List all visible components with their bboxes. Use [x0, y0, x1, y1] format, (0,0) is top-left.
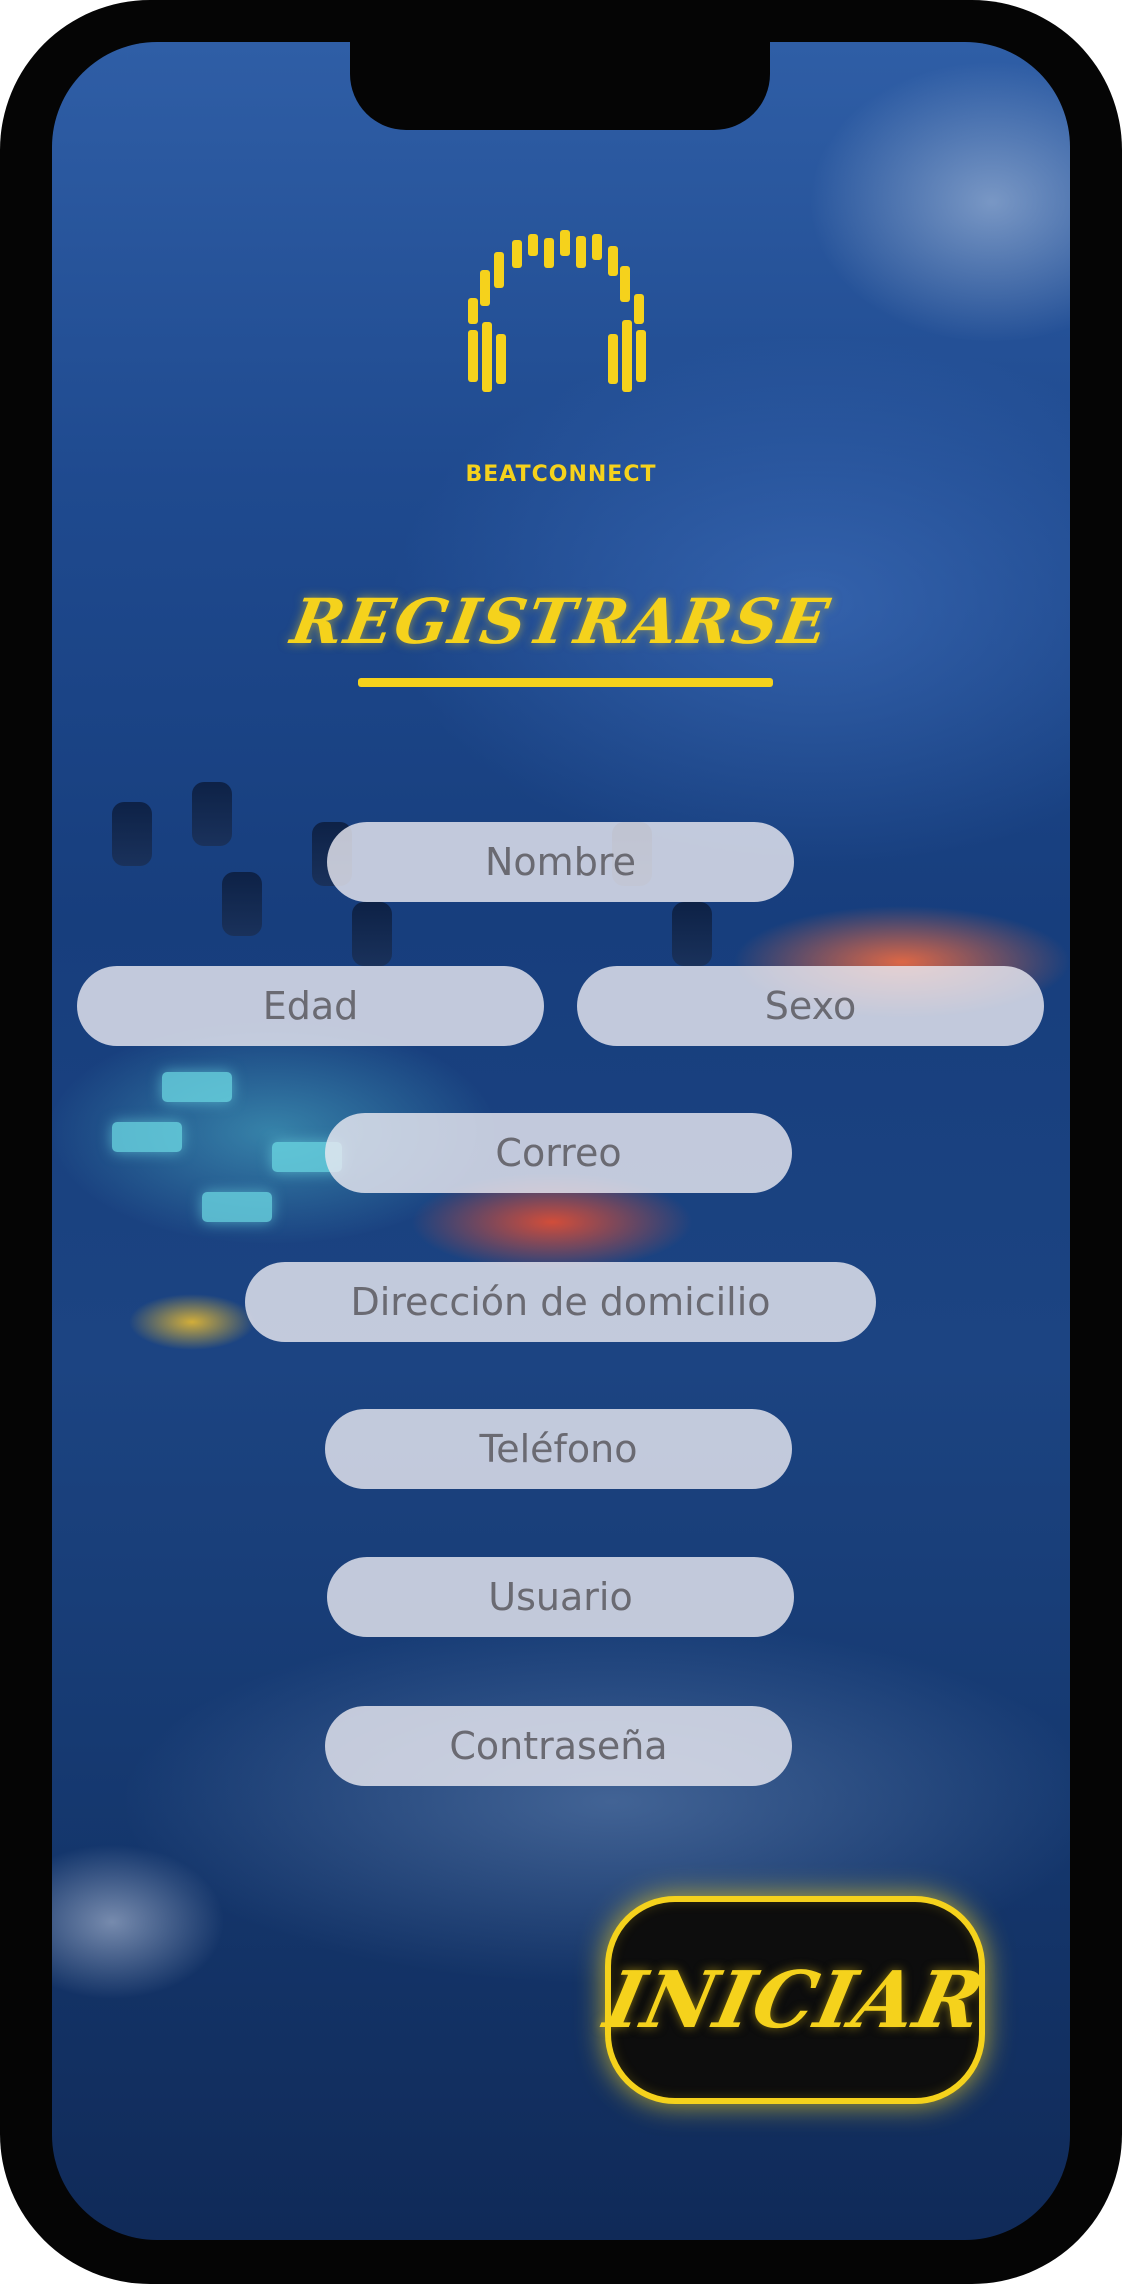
contrasena-input[interactable]: [325, 1706, 792, 1786]
title-underline: [358, 678, 773, 687]
phone-notch: [350, 0, 770, 130]
telefono-input[interactable]: [325, 1409, 792, 1489]
brand-name: BEATCONNECT: [465, 462, 657, 487]
nombre-input[interactable]: [327, 822, 794, 902]
usuario-input[interactable]: [327, 1557, 794, 1637]
page-title: Registrarse: [286, 585, 836, 658]
edad-input[interactable]: [77, 966, 544, 1046]
correo-input[interactable]: [325, 1113, 792, 1193]
iniciar-label: INICIAR: [597, 1954, 993, 2046]
sexo-input[interactable]: [577, 966, 1044, 1046]
headphones-equalizer-icon: [468, 230, 646, 392]
iniciar-button[interactable]: INICIAR: [598, 1896, 992, 2104]
direccion-input[interactable]: [245, 1262, 876, 1342]
